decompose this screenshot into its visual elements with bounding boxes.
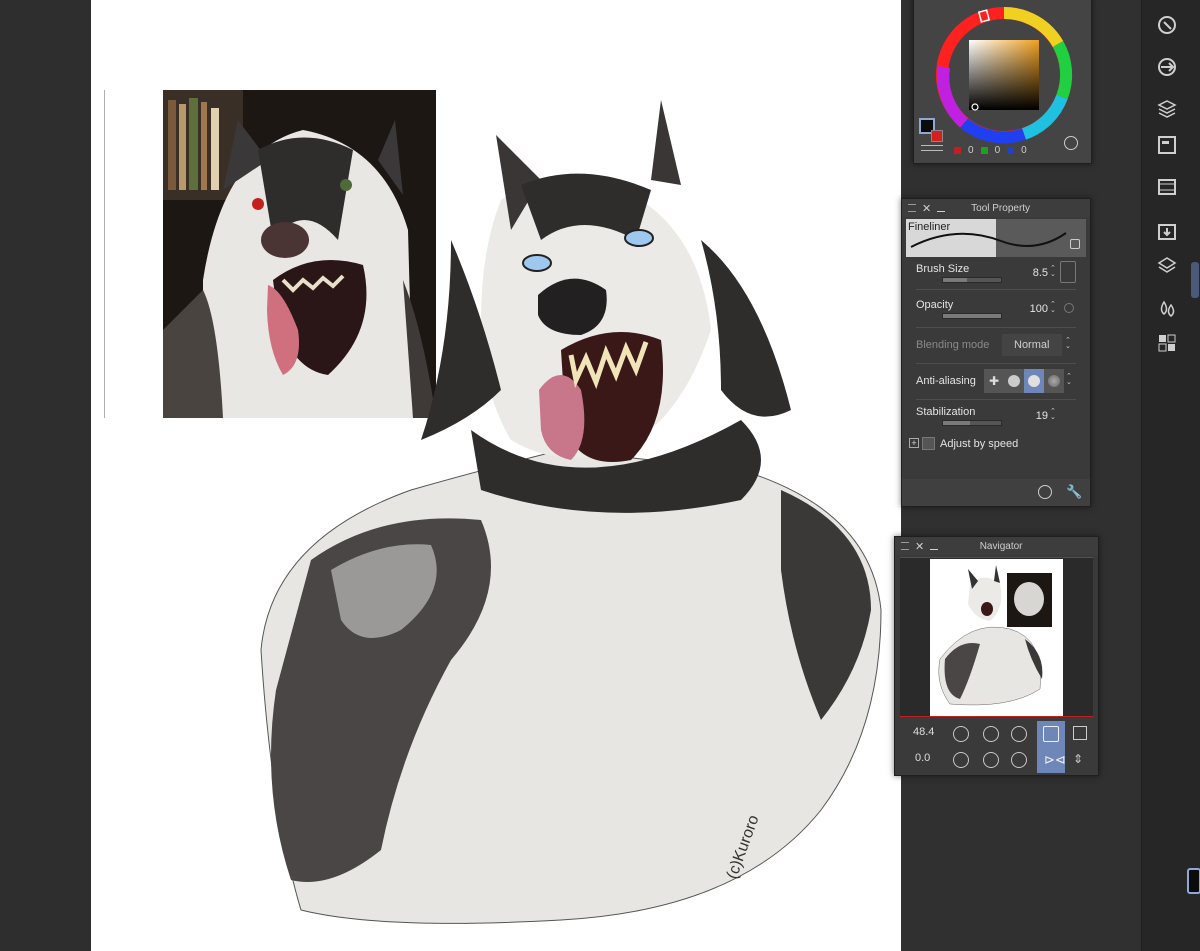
brush-stroke-preview xyxy=(910,232,1067,248)
layer-icon[interactable] xyxy=(1156,255,1178,277)
full-view-icon[interactable] xyxy=(1073,726,1087,740)
opacity-spinner[interactable]: ⌃ ⌄ xyxy=(1050,301,1056,314)
transparent-color-icon[interactable] xyxy=(921,145,943,151)
timeline-icon[interactable] xyxy=(1156,176,1178,198)
scrollbar[interactable] xyxy=(1191,262,1199,298)
color-wheel-panel: 0 0 0 xyxy=(913,0,1092,164)
divider xyxy=(916,363,1076,364)
blue-channel-icon xyxy=(1007,147,1015,154)
brush-preview[interactable]: Fineliner xyxy=(906,219,1086,257)
transfer-icon[interactable] xyxy=(1156,56,1178,78)
opacity-value[interactable]: 100 xyxy=(1018,303,1048,315)
sub-view-icon[interactable] xyxy=(1156,134,1178,156)
grip-icon[interactable] xyxy=(908,204,916,212)
minimize-icon[interactable] xyxy=(930,548,939,550)
reset-settings-icon[interactable] xyxy=(1038,485,1052,499)
tool-property-panel: ✕ Tool Property Fineliner Brush Size 8.5… xyxy=(901,198,1091,507)
sub-color-swatch[interactable] xyxy=(931,130,943,142)
left-gutter xyxy=(0,0,91,951)
navigator-thumbnail-image xyxy=(938,565,1052,706)
wrench-icon[interactable]: 🔧 xyxy=(1066,485,1082,499)
ink-icon[interactable] xyxy=(1156,298,1178,320)
anti-aliasing-selector[interactable]: ✚ xyxy=(984,369,1064,393)
brush-size-slider[interactable] xyxy=(942,277,1002,283)
red-value: 0 xyxy=(968,145,974,156)
navigator-header: ✕ Navigator xyxy=(895,537,1098,555)
guide-line xyxy=(104,90,105,418)
aa-none-icon[interactable]: ✚ xyxy=(984,374,1004,388)
navigator-controls: 48.4 0.0 ⊳⊲ ⇕ xyxy=(895,721,1098,775)
stabilization-value[interactable]: 19 xyxy=(1018,410,1048,422)
opacity-settings-icon[interactable] xyxy=(1064,303,1074,313)
aa-medium-icon[interactable] xyxy=(1024,369,1044,393)
panel-title: Tool Property xyxy=(971,202,1031,214)
close-icon[interactable]: ✕ xyxy=(915,540,924,553)
zoom-in-icon[interactable] xyxy=(983,726,999,742)
zoom-out-icon[interactable] xyxy=(953,726,969,742)
drawing-canvas[interactable]: (c)Kuroro xyxy=(91,0,901,951)
minimize-icon[interactable] xyxy=(937,210,946,212)
aa-strong-icon[interactable] xyxy=(1044,375,1064,387)
color-mode-icon[interactable] xyxy=(1064,136,1078,150)
close-icon[interactable]: ✕ xyxy=(922,202,931,215)
flip-vertical-icon[interactable]: ⇕ xyxy=(1073,752,1083,766)
stabilization-spinner[interactable]: ⌃ ⌄ xyxy=(1050,408,1056,421)
blue-value: 0 xyxy=(1021,145,1027,156)
pressure-settings-icon[interactable] xyxy=(1060,261,1076,283)
navigator-thumbnail xyxy=(930,559,1063,716)
lock-icon[interactable] xyxy=(1070,239,1080,249)
red-channel-icon xyxy=(954,147,961,154)
divider xyxy=(916,327,1076,328)
anti-aliasing-spinner[interactable]: ⌃ ⌄ xyxy=(1066,373,1072,386)
navigator-panel: ✕ Navigator 48.4 0.0 ⊳⊲ ⇕ xyxy=(894,536,1099,776)
right-toolbar xyxy=(1141,0,1200,951)
adjust-by-speed-label: Adjust by speed xyxy=(940,438,1019,450)
blending-mode-spinner[interactable]: ⌃ ⌄ xyxy=(1065,337,1071,350)
navigator-preview[interactable] xyxy=(900,557,1093,717)
green-channel-icon xyxy=(980,147,988,154)
adjust-by-speed-checkbox[interactable] xyxy=(922,437,935,450)
import-icon[interactable] xyxy=(1156,220,1178,242)
rotate-left-icon[interactable] xyxy=(953,752,969,768)
reset-rotation-icon[interactable] xyxy=(1011,752,1027,768)
tool-property-footer: 🔧 xyxy=(902,479,1090,506)
brush-size-value[interactable]: 8.5 xyxy=(1018,267,1048,279)
aa-weak-icon[interactable] xyxy=(1004,375,1024,387)
panel-title: Navigator xyxy=(979,540,1023,552)
blending-mode-select[interactable]: Normal xyxy=(1002,334,1062,356)
rotate-right-icon[interactable] xyxy=(983,752,999,768)
stabilization-slider[interactable] xyxy=(942,420,1002,426)
tool-property-header: ✕ Tool Property xyxy=(902,199,1090,217)
zoom-value[interactable]: 48.4 xyxy=(913,726,934,738)
rotation-value[interactable]: 0.0 xyxy=(915,752,930,764)
divider xyxy=(916,289,1076,290)
expand-icon[interactable]: + xyxy=(909,438,919,448)
divider xyxy=(916,399,1076,400)
material-icon[interactable] xyxy=(1156,98,1178,120)
opacity-slider[interactable] xyxy=(942,313,1002,319)
fit-screen-icon[interactable] xyxy=(1011,726,1027,742)
green-value: 0 xyxy=(994,145,1001,156)
husky-illustration: (c)Kuroro xyxy=(260,100,882,924)
navigation-icon[interactable] xyxy=(1156,14,1178,36)
grip-icon[interactable] xyxy=(901,542,909,550)
tile-icon[interactable] xyxy=(1156,332,1178,354)
flip-horizontal-icon[interactable]: ⊳⊲ xyxy=(1044,752,1066,768)
fit-navigator-icon[interactable] xyxy=(1043,726,1059,742)
current-color-indicator[interactable] xyxy=(1187,868,1200,894)
brush-size-spinner[interactable]: ⌃ ⌄ xyxy=(1050,265,1056,278)
